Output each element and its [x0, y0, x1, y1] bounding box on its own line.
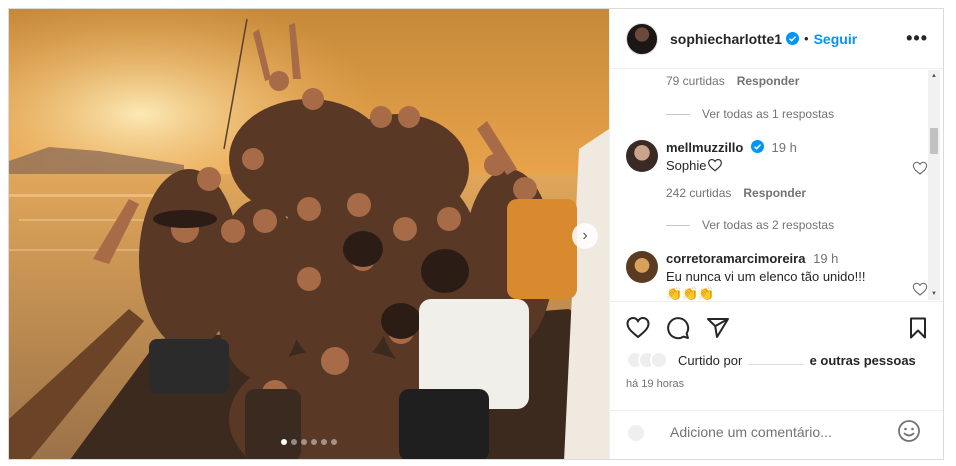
comments-scrollbar[interactable]: ▲ ▼	[928, 70, 940, 300]
liked-by-user-placeholder[interactable]	[747, 355, 804, 365]
view-replies-line	[666, 224, 690, 226]
verified-badge-icon	[786, 32, 800, 45]
comment-likes[interactable]: 242 curtidas	[666, 186, 731, 200]
scrollbar-thumb[interactable]	[930, 128, 938, 154]
carousel-indicators	[281, 439, 337, 445]
comment-time[interactable]: 19 h	[813, 251, 838, 266]
view-replies-label: Ver todas as 2 respostas	[702, 218, 835, 232]
commenter-avatar[interactable]	[626, 140, 658, 172]
comment-header: corretoramarcimoreira 19 h	[666, 251, 838, 266]
comment-likes[interactable]: 79 curtidas	[666, 74, 725, 88]
like-heart-icon[interactable]	[626, 316, 650, 340]
carousel-dot	[321, 439, 327, 445]
header-separator: •	[804, 31, 809, 46]
carousel-dot	[331, 439, 337, 445]
liked-by: Curtido por e outras pessoas	[626, 351, 916, 369]
liked-by-text: Curtido por e outras pessoas	[678, 353, 916, 368]
heart-outline-icon	[708, 159, 723, 172]
comment-text: Sophie	[666, 158, 723, 173]
scroll-up-icon[interactable]: ▲	[931, 73, 937, 79]
liked-by-others[interactable]: e outras pessoas	[810, 353, 916, 368]
author-avatar[interactable]	[626, 22, 658, 55]
liker-avatar[interactable]	[650, 351, 668, 369]
post-modal: › sophiecharlotte1 • Seguir ••• 79 curti…	[8, 8, 944, 460]
more-options-icon[interactable]: •••	[906, 29, 928, 47]
comment-reply-button[interactable]: Responder	[743, 186, 806, 200]
emoji-icon[interactable]	[897, 419, 921, 443]
comment-like-icon[interactable]	[912, 281, 928, 297]
comment-header: mellmuzzillo 19 h	[666, 140, 797, 155]
comment-item: corretoramarcimoreira 19 h Eu nunca vi u…	[626, 251, 928, 300]
post-header: sophiecharlotte1 • Seguir •••	[610, 9, 943, 69]
comment-item: mellmuzzillo 19 h Sophie 242 curtidas Res…	[626, 140, 928, 230]
add-comment-input[interactable]: Adicione um comentário...	[670, 424, 832, 440]
commenter-username[interactable]: mellmuzzillo	[666, 140, 743, 155]
comment-like-icon[interactable]	[912, 160, 928, 176]
share-send-icon[interactable]	[706, 316, 730, 340]
view-replies-label: Ver todas as 1 respostas	[702, 107, 835, 121]
bookmark-icon[interactable]	[906, 316, 930, 340]
liked-by-prefix: Curtido por	[678, 352, 743, 368]
author-username[interactable]: sophiecharlotte1	[670, 31, 782, 47]
chevron-right-icon: ›	[582, 227, 588, 244]
comment-text-content: Sophie	[666, 158, 707, 173]
photo-illustration	[9, 9, 609, 459]
post-time-ago[interactable]: há 19 horas	[626, 378, 684, 390]
view-replies-button[interactable]: Ver todas as 1 respostas	[666, 107, 834, 121]
commenter-self-avatar-icon	[628, 425, 644, 441]
commenter-avatar[interactable]	[626, 251, 658, 283]
carousel-dot	[311, 439, 317, 445]
comment-bubble-icon[interactable]	[666, 316, 690, 340]
comment-meta: 242 curtidas Responder	[666, 186, 806, 200]
add-comment-bar: Adicione um comentário...	[610, 410, 943, 454]
view-replies-line	[666, 113, 690, 115]
comment-time[interactable]: 19 h	[772, 140, 797, 155]
view-replies-button[interactable]: Ver todas as 2 respostas	[666, 218, 834, 232]
post-photo[interactable]: ›	[9, 9, 609, 459]
carousel-dot	[301, 439, 307, 445]
commenter-username[interactable]: corretoramarcimoreira	[666, 251, 805, 266]
carousel-dot	[281, 439, 287, 445]
comment-emojis: 👏👏👏	[666, 286, 715, 300]
comment-meta: 79 curtidas Responder	[666, 74, 799, 88]
follow-button[interactable]: Seguir	[814, 31, 858, 47]
post-actions: Curtido por e outras pessoas há 19 horas…	[610, 301, 943, 442]
carousel-dot	[291, 439, 297, 445]
comments-list[interactable]: 79 curtidas Responder Ver todas as 1 resp…	[610, 70, 943, 300]
comment-reply-button[interactable]: Responder	[737, 74, 800, 88]
comment-text: Eu nunca vi um elenco tão unido!!!	[666, 269, 866, 284]
verified-badge-icon	[750, 140, 764, 153]
scroll-down-icon[interactable]: ▼	[931, 291, 937, 297]
post-side-panel: sophiecharlotte1 • Seguir ••• 79 curtida…	[609, 9, 943, 459]
carousel-next-button[interactable]: ›	[572, 223, 598, 249]
